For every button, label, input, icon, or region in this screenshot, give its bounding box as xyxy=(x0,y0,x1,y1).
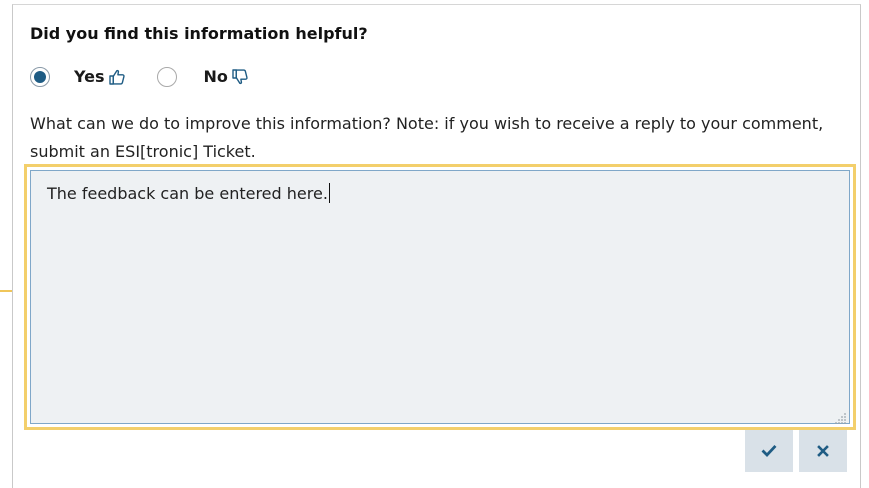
text-caret xyxy=(328,183,330,203)
no-label-wrap[interactable]: No xyxy=(204,67,249,86)
comment-focus-highlight: The feedback can be entered here. xyxy=(24,164,856,430)
callout-connector-line xyxy=(0,290,12,292)
yes-radio[interactable] xyxy=(30,66,50,87)
close-icon xyxy=(817,445,829,457)
comment-text[interactable]: The feedback can be entered here. xyxy=(47,184,328,203)
helpful-radio-group: Yes No xyxy=(30,62,249,88)
comment-textarea[interactable]: The feedback can be entered here. xyxy=(30,170,850,424)
resize-grip-icon[interactable] xyxy=(835,409,847,424)
cancel-button[interactable] xyxy=(799,430,847,472)
no-label[interactable]: No xyxy=(204,67,228,86)
checkmark-icon xyxy=(761,444,777,458)
feedback-actions xyxy=(745,430,847,472)
no-radio[interactable] xyxy=(156,66,177,87)
thumbs-down-icon xyxy=(231,68,249,86)
yes-label-wrap[interactable]: Yes xyxy=(74,67,126,86)
option-no[interactable]: No xyxy=(156,66,249,87)
option-yes[interactable]: Yes xyxy=(30,66,126,87)
improvement-prompt: What can we do to improve this informati… xyxy=(30,114,824,161)
submit-button[interactable] xyxy=(745,430,793,472)
feedback-question: Did you find this information helpful? xyxy=(30,24,368,43)
yes-label[interactable]: Yes xyxy=(74,67,105,86)
thumbs-up-icon xyxy=(108,68,126,86)
